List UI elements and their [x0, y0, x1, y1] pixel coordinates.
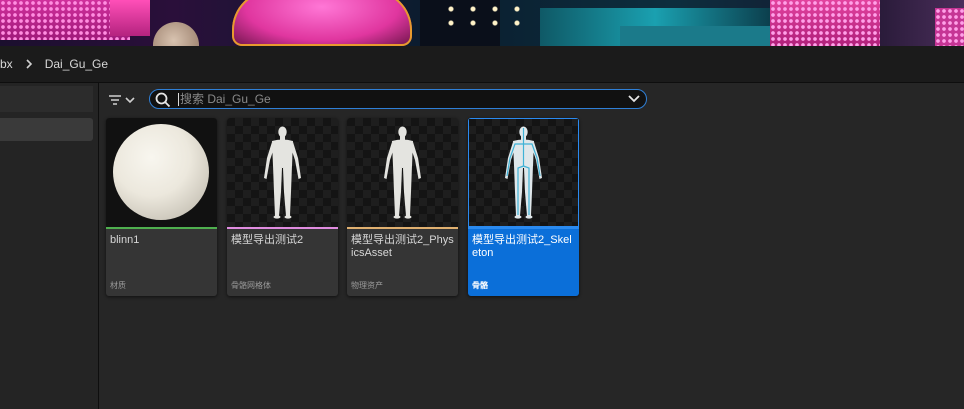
asset-search-box[interactable]	[149, 89, 647, 109]
skeleton-icon	[505, 126, 542, 219]
viewport-character-head	[153, 22, 199, 46]
filter-icon	[109, 95, 121, 105]
text-cursor	[178, 93, 179, 106]
asset-thumbnail	[227, 118, 338, 227]
viewport-neon-wall-right	[770, 0, 880, 46]
folder-tree-panel	[0, 83, 99, 409]
chevron-down-icon	[125, 97, 135, 104]
asset-thumbnail	[468, 118, 579, 227]
folder-tree-row-selected[interactable]	[0, 118, 93, 141]
asset-tile-skeleton[interactable]: 模型导出测试2_Skeleton 骨骼	[468, 118, 579, 296]
folder-tree-row[interactable]	[0, 86, 93, 112]
asset-thumbnail	[106, 118, 217, 227]
asset-tile-material[interactable]: blinn1 材质	[106, 118, 217, 296]
search-icon	[155, 92, 171, 108]
mannequin-icon	[384, 126, 421, 219]
asset-type-label: 骨骼	[472, 281, 488, 290]
asset-type-label: 物理资产	[351, 281, 383, 290]
asset-name: 模型导出测试2_Skeleton	[472, 234, 572, 259]
viewport-neon-edge	[935, 8, 964, 46]
asset-name: 模型导出测试2_PhysicsAsset	[351, 234, 454, 259]
asset-type-label: 骨骼网格体	[231, 281, 271, 290]
viewport-character	[232, 0, 412, 46]
asset-type-color-bar	[106, 227, 217, 229]
asset-type-color-bar	[347, 227, 458, 229]
asset-type-label: 材质	[110, 281, 126, 290]
asset-tile-skeletal-mesh[interactable]: 模型导出测试2 骨骼网格体	[227, 118, 338, 296]
breadcrumb-item-parent[interactable]: bx	[0, 57, 13, 71]
viewport-teal-seat	[620, 26, 770, 46]
asset-name: blinn1	[110, 234, 140, 246]
filter-button[interactable]	[108, 91, 142, 109]
chevron-down-icon[interactable]	[628, 94, 640, 103]
sphere-icon	[113, 124, 209, 220]
asset-type-color-bar	[227, 227, 338, 229]
path-breadcrumb: bx Dai_Gu_Ge	[0, 46, 964, 83]
level-viewport[interactable]	[0, 0, 964, 46]
asset-thumbnail	[347, 118, 458, 227]
asset-type-color-bar	[468, 227, 579, 229]
asset-tile-physics-asset[interactable]: 模型导出测试2_PhysicsAsset 物理资产	[347, 118, 458, 296]
mannequin-icon	[264, 126, 301, 219]
chevron-right-icon[interactable]	[25, 59, 33, 69]
search-input[interactable]	[180, 91, 610, 107]
viewport-neon-panel	[110, 0, 150, 36]
asset-name: 模型导出测试2	[231, 234, 304, 246]
breadcrumb-item-current[interactable]: Dai_Gu_Ge	[45, 57, 108, 71]
viewport-lights	[440, 2, 530, 32]
